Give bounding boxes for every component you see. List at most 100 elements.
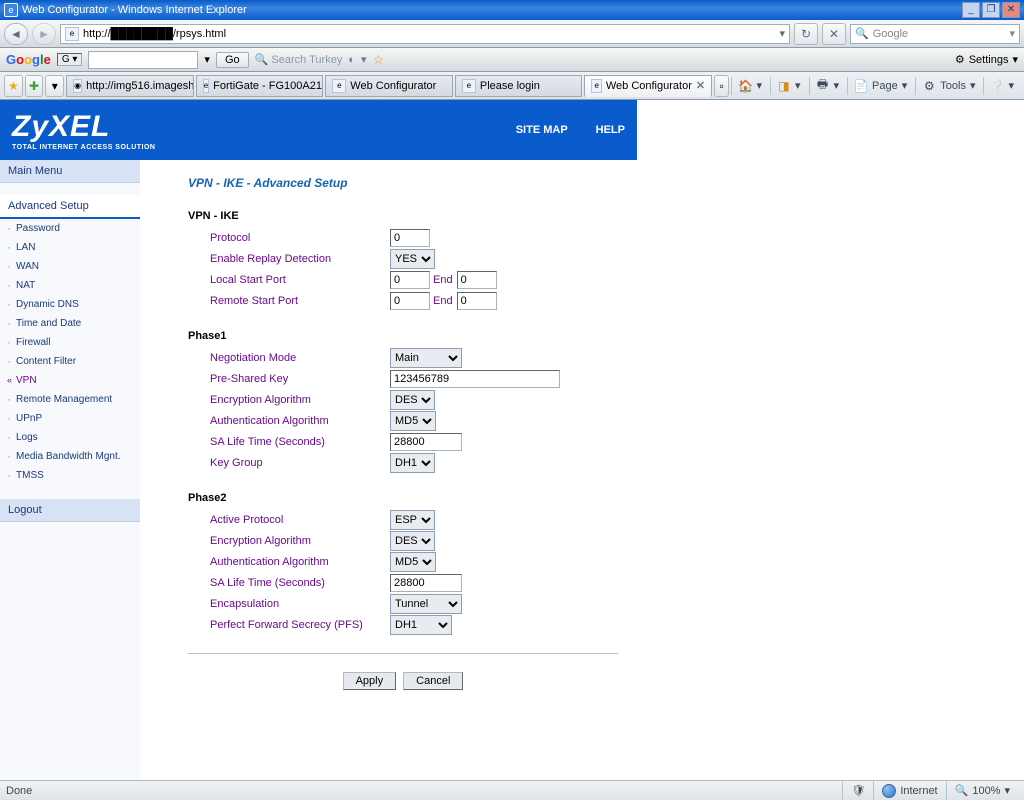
keygroup-select[interactable]: DH1 xyxy=(390,453,435,473)
p1-enc-select[interactable]: DES xyxy=(390,390,435,410)
refresh-button[interactable]: ↻ xyxy=(794,23,818,45)
tab-icon: ◉ xyxy=(73,79,82,93)
add-favorites-button[interactable]: ✚ xyxy=(25,75,44,97)
stop-button[interactable]: ✕ xyxy=(822,23,846,45)
p2-salife-label: SA Life Time (Seconds) xyxy=(188,577,390,589)
tab-icon: e xyxy=(203,79,209,93)
main-content: VPN - IKE - Advanced Setup VPN - IKE Pro… xyxy=(140,160,1024,780)
sidebar-item-time-date[interactable]: Time and Date xyxy=(0,314,140,333)
sitemap-link[interactable]: SITE MAP xyxy=(516,124,568,136)
print-button[interactable]: 🖶▾ xyxy=(809,77,846,95)
browser-tab[interactable]: eWeb Configurator xyxy=(325,75,453,97)
forward-button[interactable]: ► xyxy=(32,23,56,45)
sidebar-item-wan[interactable]: WAN xyxy=(0,257,140,276)
window-title: Web Configurator - Windows Internet Expl… xyxy=(22,4,247,16)
help-button[interactable]: ❔▾ xyxy=(983,77,1020,95)
sidebar-item-vpn[interactable]: VPN xyxy=(0,371,140,390)
home-button[interactable]: 🏠▾ xyxy=(731,77,768,95)
back-button[interactable]: ◄ xyxy=(4,23,28,45)
sidebar-item-upnp[interactable]: UPnP xyxy=(0,409,140,428)
psk-input[interactable] xyxy=(390,370,560,388)
address-bar[interactable]: e http://████████/rpsys.html ▾ xyxy=(60,24,790,44)
close-button[interactable]: ✕ xyxy=(1002,2,1020,18)
help-link[interactable]: HELP xyxy=(596,124,625,136)
statusbar: Done 🛡 Internet 🔍 100% ▾ xyxy=(0,780,1024,800)
sidebar-item-content-filter[interactable]: Content Filter xyxy=(0,352,140,371)
google-search-input[interactable] xyxy=(88,51,198,69)
encap-select[interactable]: Tunnel xyxy=(390,594,462,614)
sidebar-logout[interactable]: Logout xyxy=(0,499,140,522)
window-titlebar: e Web Configurator - Windows Internet Ex… xyxy=(0,0,1024,20)
google-brand-button[interactable]: G ▾ xyxy=(57,53,83,66)
keygroup-label: Key Group xyxy=(188,457,390,469)
remote-end-input[interactable] xyxy=(457,292,497,310)
phishing-filter-icon[interactable]: 🛡 xyxy=(842,781,873,800)
url-dropdown-icon[interactable]: ▾ xyxy=(779,27,785,40)
page-menu-button[interactable]: 📄Page ▾ xyxy=(847,77,913,95)
p1-auth-select[interactable]: MD5 xyxy=(390,411,436,431)
p2-auth-label: Authentication Algorithm xyxy=(188,556,390,568)
close-tab-icon[interactable]: ✕ xyxy=(696,79,705,92)
browser-tab[interactable]: ePlease login xyxy=(455,75,583,97)
browser-tab[interactable]: eFortiGate - FG100A210640... xyxy=(196,75,324,97)
apply-button[interactable]: Apply xyxy=(343,672,397,690)
sidebar-item-logs[interactable]: Logs xyxy=(0,428,140,447)
browser-tab[interactable]: ◉http://img516.imageshack.... xyxy=(66,75,194,97)
local-start-input[interactable] xyxy=(390,271,430,289)
page-icon: 📄 xyxy=(854,79,868,93)
tab-list-button[interactable]: ▾ xyxy=(45,75,64,97)
security-zone[interactable]: Internet xyxy=(873,781,945,800)
search-dropdown-icon[interactable]: ▾ xyxy=(1009,27,1015,40)
sidebar-item-firewall[interactable]: Firewall xyxy=(0,333,140,352)
search-provider-icon: 🔍 xyxy=(855,27,869,40)
google-go-button[interactable]: Go xyxy=(216,52,249,68)
maximize-button[interactable]: ❐ xyxy=(982,2,1000,18)
sidebar-item-tmss[interactable]: TMSS xyxy=(0,466,140,485)
remote-start-input[interactable] xyxy=(390,292,430,310)
p2-enc-select[interactable]: DES xyxy=(390,531,435,551)
active-proto-select[interactable]: ESP xyxy=(390,510,435,530)
google-search-dropdown[interactable]: ▾ xyxy=(204,53,210,66)
favorites-star-button[interactable]: ★ xyxy=(4,75,23,97)
zoom-level[interactable]: 🔍 100% ▾ xyxy=(946,781,1018,800)
section-phase2-title: Phase2 xyxy=(188,492,1024,504)
sidebar-item-remote-mgmt[interactable]: Remote Management xyxy=(0,390,140,409)
sidebar-item-media-bw[interactable]: Media Bandwidth Mgnt. xyxy=(0,447,140,466)
browser-tab-active[interactable]: eWeb Configurator✕ xyxy=(584,75,712,97)
sidebar-item-dynamic-dns[interactable]: Dynamic DNS xyxy=(0,295,140,314)
google-settings-button[interactable]: ⚙ Settings ▾ xyxy=(955,53,1018,66)
local-start-label: Local Start Port xyxy=(188,274,390,286)
google-extra-icon-2[interactable]: ▾ xyxy=(361,53,367,66)
sidebar-advanced-setup[interactable]: Advanced Setup xyxy=(0,195,140,219)
p2-salife-input[interactable] xyxy=(390,574,462,592)
local-end-label: End xyxy=(433,274,453,286)
ie-icon: e xyxy=(4,3,18,17)
sidebar-item-lan[interactable]: LAN xyxy=(0,238,140,257)
section-ike-title: VPN - IKE xyxy=(188,210,1024,222)
google-search-turkey[interactable]: 🔍 Search Turkey xyxy=(255,53,343,66)
status-text: Done xyxy=(6,785,32,797)
browser-search-box[interactable]: 🔍 Google ▾ xyxy=(850,24,1020,44)
bookmark-star-icon[interactable]: ☆ xyxy=(373,52,385,68)
new-tab-button[interactable]: ▫ xyxy=(714,75,729,97)
sidebar-main-menu[interactable]: Main Menu xyxy=(0,160,140,183)
p1-auth-label: Authentication Algorithm xyxy=(188,415,390,427)
tools-menu-button[interactable]: ⚙Tools ▾ xyxy=(915,77,981,95)
p1-salife-input[interactable] xyxy=(390,433,462,451)
pfs-label: Perfect Forward Secrecy (PFS) xyxy=(188,619,390,631)
tab-icon: e xyxy=(332,79,346,93)
protocol-input[interactable] xyxy=(390,229,430,247)
divider xyxy=(188,653,618,654)
neg-mode-select[interactable]: Main xyxy=(390,348,462,368)
sidebar-item-nat[interactable]: NAT xyxy=(0,276,140,295)
local-end-input[interactable] xyxy=(457,271,497,289)
google-extra-icon-1[interactable]: ◐ xyxy=(348,54,355,66)
command-bar: 🏠▾ ◨▾ 🖶▾ 📄Page ▾ ⚙Tools ▾ ❔▾ xyxy=(731,77,1020,95)
p2-auth-select[interactable]: MD5 xyxy=(390,552,436,572)
feeds-button[interactable]: ◨▾ xyxy=(770,77,807,95)
sidebar-item-password[interactable]: Password xyxy=(0,219,140,238)
pfs-select[interactable]: DH1 xyxy=(390,615,452,635)
cancel-button[interactable]: Cancel xyxy=(403,672,463,690)
minimize-button[interactable]: _ xyxy=(962,2,980,18)
replay-select[interactable]: YES xyxy=(390,249,435,269)
